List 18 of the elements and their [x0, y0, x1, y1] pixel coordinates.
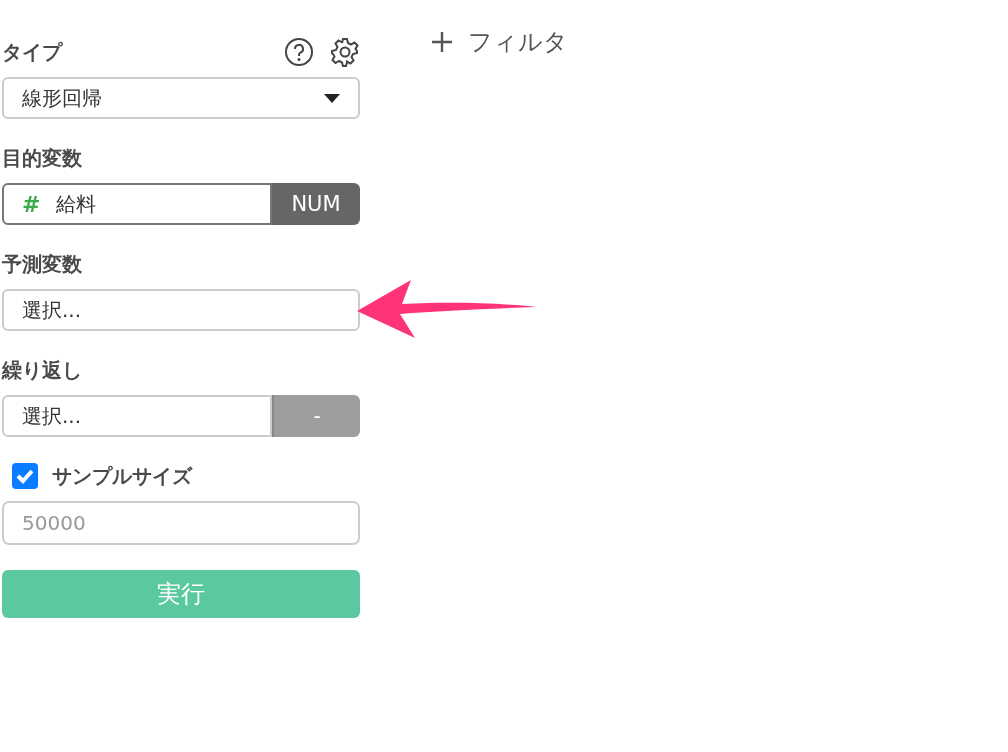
checkbox[interactable] — [12, 463, 38, 489]
field-label: 繰り返し — [2, 356, 82, 384]
field-label: タイプ — [2, 38, 62, 66]
caret-icon — [324, 93, 340, 103]
field-label: 目的変数 — [2, 144, 82, 172]
type-badge: NUM — [272, 183, 360, 225]
column-name: 給料 — [56, 190, 97, 218]
sample-size-field[interactable]: 50000 — [2, 501, 360, 545]
plus-icon — [432, 32, 452, 52]
number-type-icon: # — [22, 191, 41, 217]
filter-button[interactable]: フィルタ — [432, 26, 568, 58]
picker-field[interactable]: 選択... — [2, 289, 360, 331]
help-icon[interactable] — [284, 37, 314, 67]
select-field[interactable]: 線形回帰 — [2, 77, 360, 119]
column-field[interactable]: # 給料 — [2, 183, 272, 225]
field-label: 予測変数 — [2, 250, 82, 278]
field-label: サンプルサイズ — [52, 462, 192, 490]
settings-icon[interactable] — [330, 37, 360, 67]
